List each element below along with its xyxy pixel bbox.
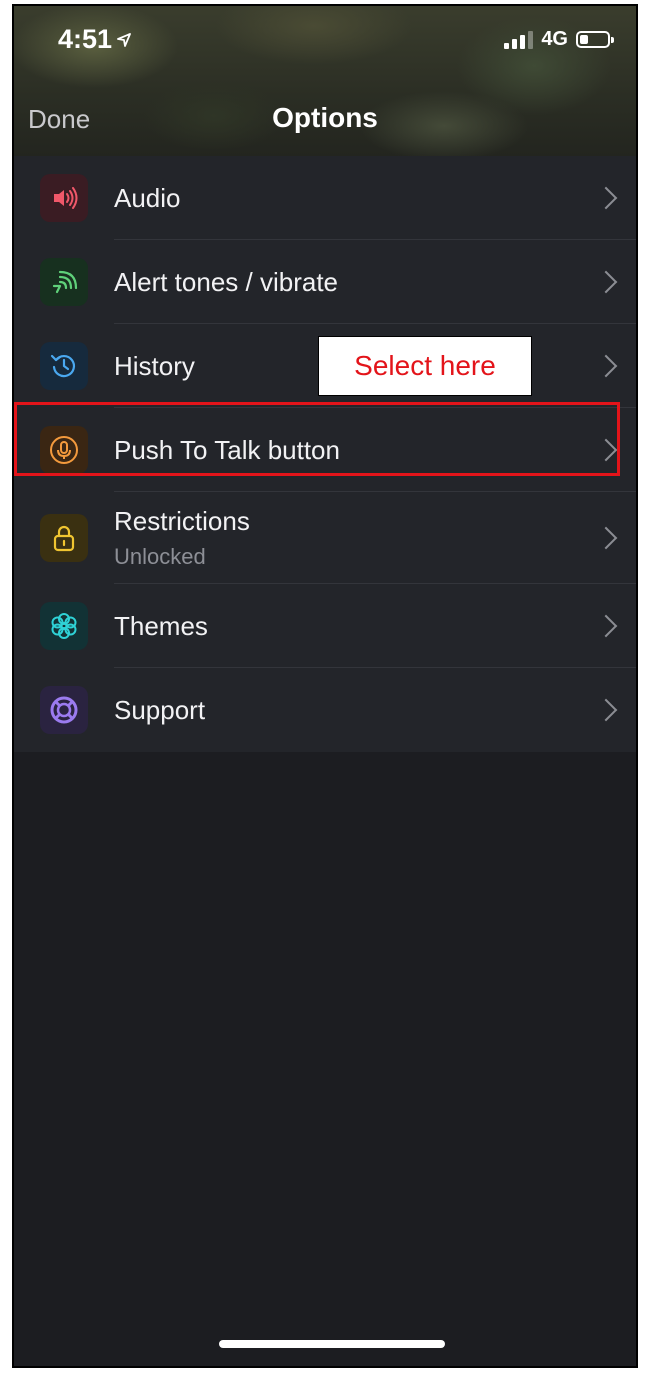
option-label: History	[114, 350, 195, 381]
chevron-right-icon	[594, 186, 618, 210]
chevron-right-icon	[594, 526, 618, 550]
option-support[interactable]: Support	[14, 668, 636, 752]
page-title: Options	[272, 102, 378, 133]
highlight-box	[14, 402, 620, 476]
battery-icon	[576, 31, 614, 48]
chevron-right-icon	[594, 270, 618, 294]
option-alert-tones[interactable]: Alert tones / vibrate	[14, 240, 636, 324]
alert-waves-icon	[40, 258, 88, 306]
annotation-callout: Select here	[318, 336, 532, 396]
option-label: Audio	[114, 182, 181, 213]
network-type: 4G	[541, 28, 568, 50]
chevron-right-icon	[594, 698, 618, 722]
option-sublabel: Unlocked	[114, 544, 206, 569]
option-audio[interactable]: Audio	[14, 156, 636, 240]
history-icon	[40, 342, 88, 390]
flower-icon	[40, 602, 88, 650]
home-indicator[interactable]	[219, 1340, 445, 1348]
status-time: 4:51	[58, 24, 132, 55]
header: 4:51 4G Done Options	[14, 6, 636, 156]
lifebuoy-icon	[40, 686, 88, 734]
option-label: Themes	[114, 610, 208, 641]
option-label: Restrictions	[114, 506, 250, 536]
option-label: Alert tones / vibrate	[114, 266, 338, 297]
status-indicators: 4G	[504, 28, 614, 51]
lock-icon	[40, 514, 88, 562]
option-themes[interactable]: Themes	[14, 584, 636, 668]
signal-icon	[504, 30, 534, 49]
location-arrow-icon	[117, 32, 131, 47]
option-label: Support	[114, 694, 206, 725]
chevron-right-icon	[594, 354, 618, 378]
phone-screen: 4:51 4G Done Options Audio Alert tones /…	[12, 4, 638, 1368]
speaker-icon	[40, 174, 88, 222]
chevron-right-icon	[594, 614, 618, 638]
option-restrictions[interactable]: Restrictions Unlocked	[14, 492, 636, 584]
